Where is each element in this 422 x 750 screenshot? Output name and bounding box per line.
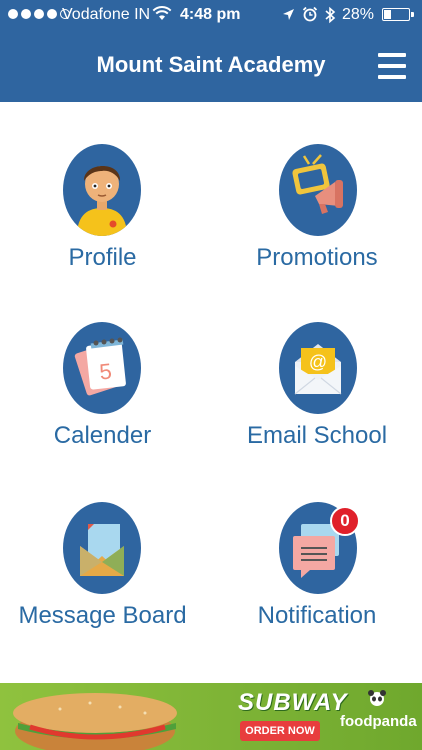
notification-count-badge: 0 — [330, 506, 360, 536]
order-now-button[interactable]: ORDER NOW — [240, 721, 320, 741]
profile-label: Profile — [68, 244, 137, 271]
clock-time: 4:48 pm — [180, 6, 241, 23]
hamburger-menu-button[interactable] — [378, 53, 406, 79]
signal-strength-icon — [8, 9, 70, 19]
calendar-icon: 5 — [63, 322, 141, 414]
student-avatar-icon — [63, 144, 141, 236]
alarm-icon — [302, 6, 318, 27]
promotions-tile[interactable]: Promotions — [212, 140, 422, 280]
profile-tile[interactable]: Profile — [0, 140, 205, 280]
battery-icon — [382, 8, 414, 21]
subway-logo: SUBWAY — [238, 689, 348, 716]
header-bar: Mount Saint Academy — [0, 30, 422, 102]
wifi-icon — [152, 5, 172, 26]
panda-icon — [366, 689, 388, 707]
advertisement-banner[interactable]: SUBWAY ORDER NOW foodpanda — [0, 683, 422, 750]
app-title: Mount Saint Academy — [96, 52, 326, 77]
hamburger-icon — [378, 53, 406, 57]
status-bar: Vodafone IN 4:48 pm 28% — [0, 0, 422, 30]
email-envelope-icon: @ — [279, 322, 357, 414]
calender-label: Calender — [53, 422, 152, 449]
message-board-tile[interactable]: Message Board — [0, 498, 205, 638]
notification-tile[interactable]: 0 Notification — [212, 498, 422, 638]
battery-percent: 28% — [342, 6, 375, 23]
envelope-letter-icon — [63, 502, 141, 594]
email-school-tile[interactable]: @ Email School — [212, 318, 422, 458]
promotions-label: Promotions — [256, 244, 378, 271]
tv-megaphone-icon — [279, 144, 357, 236]
message-board-label: Message Board — [18, 602, 187, 629]
carrier-name: Vodafone IN — [62, 6, 151, 23]
notification-label: Notification — [257, 602, 377, 629]
at-symbol: @ — [309, 352, 327, 372]
location-arrow-icon — [282, 8, 295, 26]
bluetooth-icon — [324, 6, 336, 29]
email-school-label: Email School — [246, 422, 388, 449]
calender-tile[interactable]: 5 Calender — [0, 318, 205, 458]
calendar-day: 5 — [98, 359, 113, 385]
foodpanda-logo: foodpanda — [340, 713, 417, 730]
